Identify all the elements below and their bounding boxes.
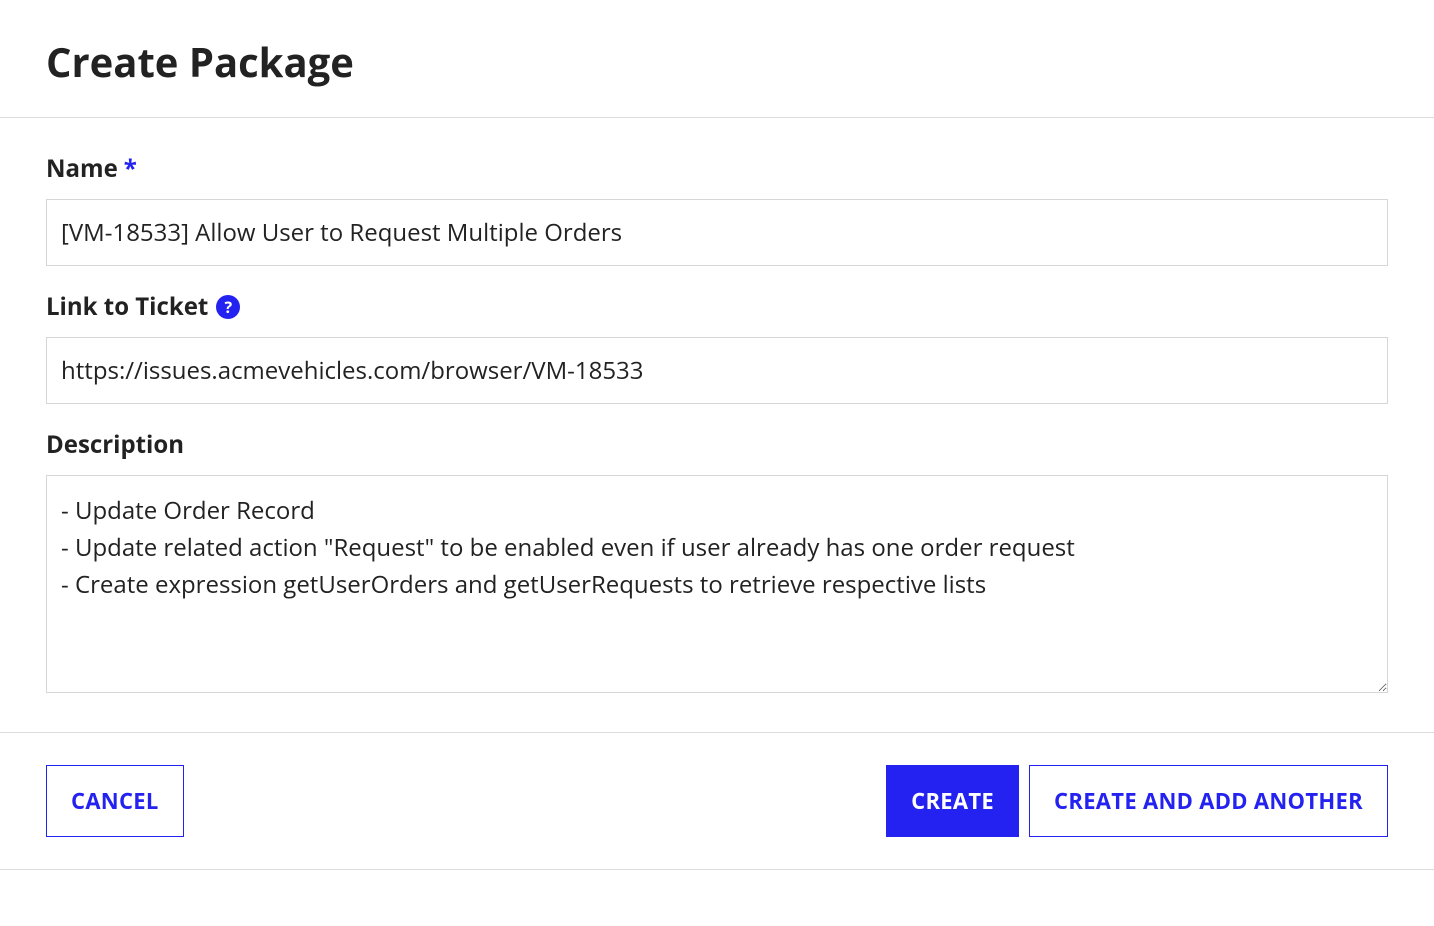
name-label-text: Name — [46, 152, 118, 185]
form-body: Name * Link to Ticket ? Description — [0, 118, 1434, 732]
cancel-button[interactable]: CANCEL — [46, 765, 184, 837]
create-add-another-button[interactable]: CREATE AND ADD ANOTHER — [1029, 765, 1388, 837]
description-label: Description — [46, 428, 1388, 461]
help-icon[interactable]: ? — [216, 295, 240, 319]
create-button[interactable]: CREATE — [886, 765, 1019, 837]
footer: CANCEL CREATE CREATE AND ADD ANOTHER — [0, 733, 1434, 869]
description-textarea[interactable] — [46, 475, 1388, 693]
description-field: Description — [46, 428, 1388, 698]
ticket-link-input[interactable] — [46, 337, 1388, 404]
footer-right: CREATE CREATE AND ADD ANOTHER — [886, 765, 1388, 837]
page-title: Create Package — [0, 0, 1434, 117]
bottom-divider — [0, 869, 1434, 870]
ticket-link-field: Link to Ticket ? — [46, 290, 1388, 404]
name-field: Name * — [46, 152, 1388, 266]
required-asterisk-icon: * — [124, 152, 137, 185]
ticket-link-label-text: Link to Ticket — [46, 290, 208, 323]
name-label: Name * — [46, 152, 1388, 185]
name-input[interactable] — [46, 199, 1388, 266]
ticket-link-label: Link to Ticket ? — [46, 290, 1388, 323]
description-label-text: Description — [46, 428, 184, 461]
